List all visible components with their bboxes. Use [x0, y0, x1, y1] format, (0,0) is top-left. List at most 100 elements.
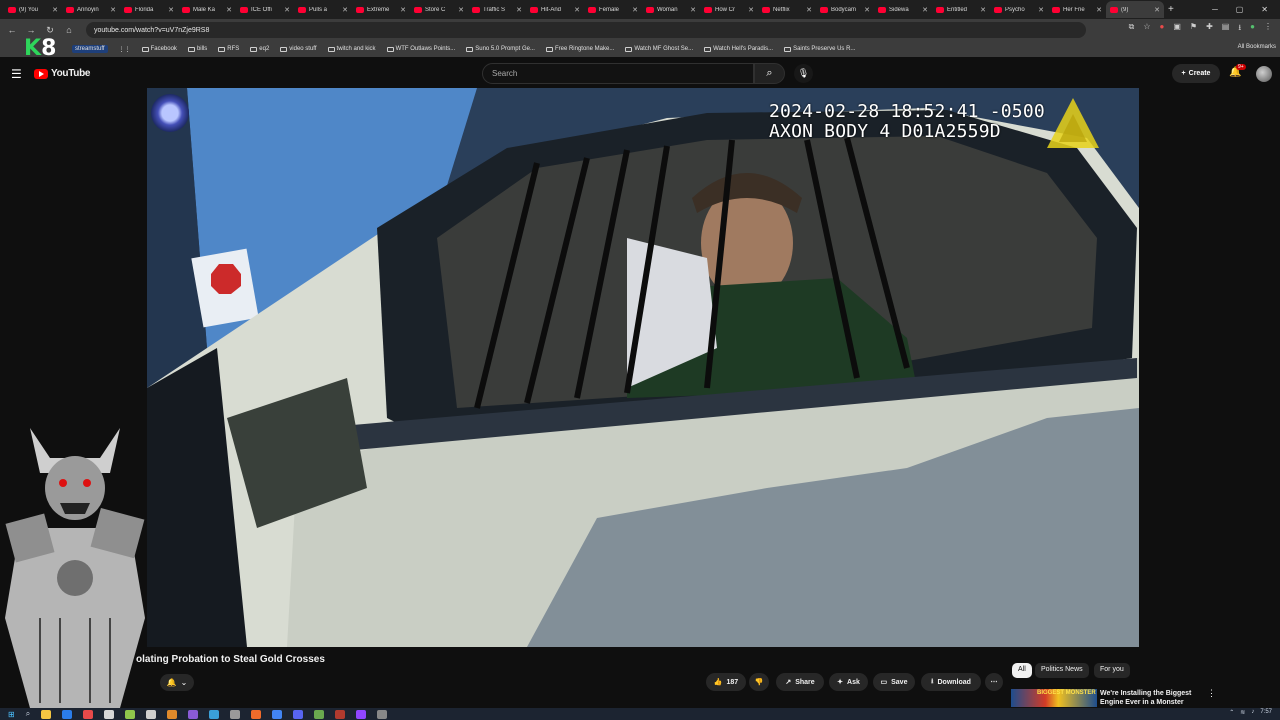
tray-chevron-icon[interactable]: ⌃ [1229, 709, 1234, 716]
app-icon[interactable] [230, 709, 241, 719]
bookmark-item[interactable]: RFS [218, 46, 239, 52]
new-tab-icon[interactable]: + [1168, 4, 1174, 15]
close-tab-icon[interactable]: ✕ [574, 6, 580, 14]
browser-tab[interactable]: Store C ✕ [410, 1, 468, 18]
bookmark-item[interactable]: Watch Hell's Paradis... [704, 46, 773, 52]
close-tab-icon[interactable]: ✕ [980, 6, 986, 14]
chrome-icon[interactable] [272, 709, 283, 719]
taskbar-search-icon[interactable]: ⌕ [26, 709, 30, 719]
file-explorer-icon[interactable] [41, 709, 52, 719]
home-icon[interactable]: ⌂ [62, 25, 76, 35]
chip-all[interactable]: All [1012, 663, 1032, 678]
volume-icon[interactable]: ♪ [1251, 709, 1254, 716]
app-icon[interactable] [188, 709, 199, 719]
ask-button[interactable]: ✦ Ask [829, 673, 868, 691]
recommendation-thumbnail[interactable]: BIGGEST MONSTER [1011, 689, 1097, 707]
browser-tab[interactable]: Bodycam ✕ [816, 1, 874, 18]
more-actions-button[interactable]: ⋯ [985, 673, 1003, 691]
close-tab-icon[interactable]: ✕ [226, 6, 232, 14]
close-tab-icon[interactable]: ✕ [342, 6, 348, 14]
twitch-icon[interactable] [356, 709, 367, 719]
app-icon[interactable] [104, 709, 115, 719]
discord-icon[interactable] [293, 709, 304, 719]
install-icon[interactable]: ⧉ [1129, 22, 1135, 36]
save-button[interactable]: ▭ Save [873, 673, 915, 691]
close-tab-icon[interactable]: ✕ [52, 6, 58, 14]
app-icon[interactable] [209, 709, 220, 719]
bookmark-item[interactable]: Suno 5.0 Prompt Ge... [466, 46, 535, 52]
settings-gear-icon[interactable] [377, 709, 388, 719]
bookmark-item[interactable]: eq2 [250, 46, 269, 52]
recommendation-title[interactable]: We're Installing the Biggest Engine Ever… [1100, 689, 1204, 707]
close-tab-icon[interactable]: ✕ [922, 6, 928, 14]
bookmark-item[interactable]: twitch and kick [327, 46, 376, 52]
wifi-icon[interactable]: ≋ [1240, 709, 1245, 716]
browser-tab[interactable]: Pulls a ✕ [294, 1, 352, 18]
chip-politics-news[interactable]: Politics News [1035, 663, 1089, 678]
address-bar[interactable]: youtube.com/watch?v=uV7nZje9RS8 [86, 22, 1086, 38]
bookmark-item[interactable]: Saints Preserve Us R... [784, 46, 855, 52]
close-tab-icon[interactable]: ✕ [632, 6, 638, 14]
browser-tab[interactable]: How Cr ✕ [700, 1, 758, 18]
close-tab-icon[interactable]: ✕ [1154, 6, 1160, 14]
browser-tab[interactable]: Netflix ✕ [758, 1, 816, 18]
extension-icon[interactable]: ● [1160, 22, 1165, 36]
close-tab-icon[interactable]: ✕ [806, 6, 812, 14]
bookmark-item[interactable]: Facebook [141, 46, 177, 52]
app-icon[interactable] [251, 709, 262, 719]
browser-tab[interactable]: Hit-And ✕ [526, 1, 584, 18]
bookmark-item[interactable]: WTF Outlaws Points... [386, 46, 455, 52]
forward-icon[interactable]: → [24, 25, 38, 35]
close-tab-icon[interactable]: ✕ [110, 6, 116, 14]
browser-tab[interactable]: Extreme ✕ [352, 1, 410, 18]
chip-for-you[interactable]: For you [1094, 663, 1130, 678]
close-tab-icon[interactable]: ✕ [748, 6, 754, 14]
search-button[interactable]: ⌕ [754, 63, 785, 84]
app-icon[interactable] [146, 709, 157, 719]
back-icon[interactable]: ← [5, 25, 19, 35]
all-bookmarks[interactable]: All Bookmarks [1238, 44, 1276, 50]
bookmark-item[interactable]: Watch MF Ghost Se... [625, 46, 693, 52]
youtube-logo[interactable]: YouTube [34, 68, 91, 79]
extension-icon[interactable]: ▣ [1173, 22, 1181, 36]
browser-tab[interactable]: Male Ka ✕ [178, 1, 236, 18]
app-icon[interactable] [125, 709, 136, 719]
windows-start-icon[interactable]: ⊞ [8, 710, 15, 719]
reload-icon[interactable]: ↻ [43, 25, 57, 36]
close-window-icon[interactable]: ✕ [1261, 5, 1268, 14]
clock[interactable]: 7:57 [1260, 709, 1272, 716]
account-avatar[interactable] [1256, 66, 1272, 82]
browser-tab[interactable]: Woman ✕ [642, 1, 700, 18]
close-tab-icon[interactable]: ✕ [1038, 6, 1044, 14]
close-tab-icon[interactable]: ✕ [1096, 6, 1102, 14]
share-button[interactable]: ↗ Share [776, 673, 824, 691]
app-icon[interactable] [335, 709, 346, 719]
download-button[interactable]: ⭳ Download [921, 673, 981, 691]
like-button[interactable]: 👍 187 [706, 673, 746, 691]
profile-icon[interactable]: ● [1250, 22, 1255, 36]
browser-tab[interactable]: Her Frie ✕ [1048, 1, 1106, 18]
subscription-bell-button[interactable]: 🔔 ⌄ [160, 674, 194, 691]
side-panel-icon[interactable]: ▤ [1222, 22, 1230, 36]
browser-tab[interactable]: (9) ✕ [1106, 1, 1164, 18]
close-tab-icon[interactable]: ✕ [516, 6, 522, 14]
browser-tab[interactable]: Florida ✕ [120, 1, 178, 18]
close-tab-icon[interactable]: ✕ [864, 6, 870, 14]
app-icon[interactable] [62, 709, 73, 719]
more-vertical-icon[interactable]: ⋮ [1207, 688, 1216, 699]
app-icon[interactable] [167, 709, 178, 719]
search-input[interactable]: Search [482, 63, 754, 84]
bookmark-item[interactable]: Free Ringtone Make... [545, 46, 614, 52]
minimize-icon[interactable]: ─ [1212, 5, 1218, 14]
dislike-button[interactable]: 👎 [749, 673, 769, 691]
app-icon[interactable] [83, 709, 94, 719]
extensions-puzzle-icon[interactable]: ✚ [1206, 22, 1213, 36]
bookmark-item[interactable]: video stuff [280, 46, 317, 52]
browser-tab[interactable]: Sidewa ✕ [874, 1, 932, 18]
browser-tab[interactable]: Entitled ✕ [932, 1, 990, 18]
download-icon[interactable]: ⭳ [1238, 22, 1241, 36]
video-player[interactable]: 2024-02-28 18:52:41 -0500 AXON BODY 4 D0… [147, 88, 1139, 647]
browser-tab[interactable]: Annoyin ✕ [62, 1, 120, 18]
browser-tab[interactable]: Traffic S ✕ [468, 1, 526, 18]
bookmark-item[interactable]: bills [187, 46, 207, 52]
